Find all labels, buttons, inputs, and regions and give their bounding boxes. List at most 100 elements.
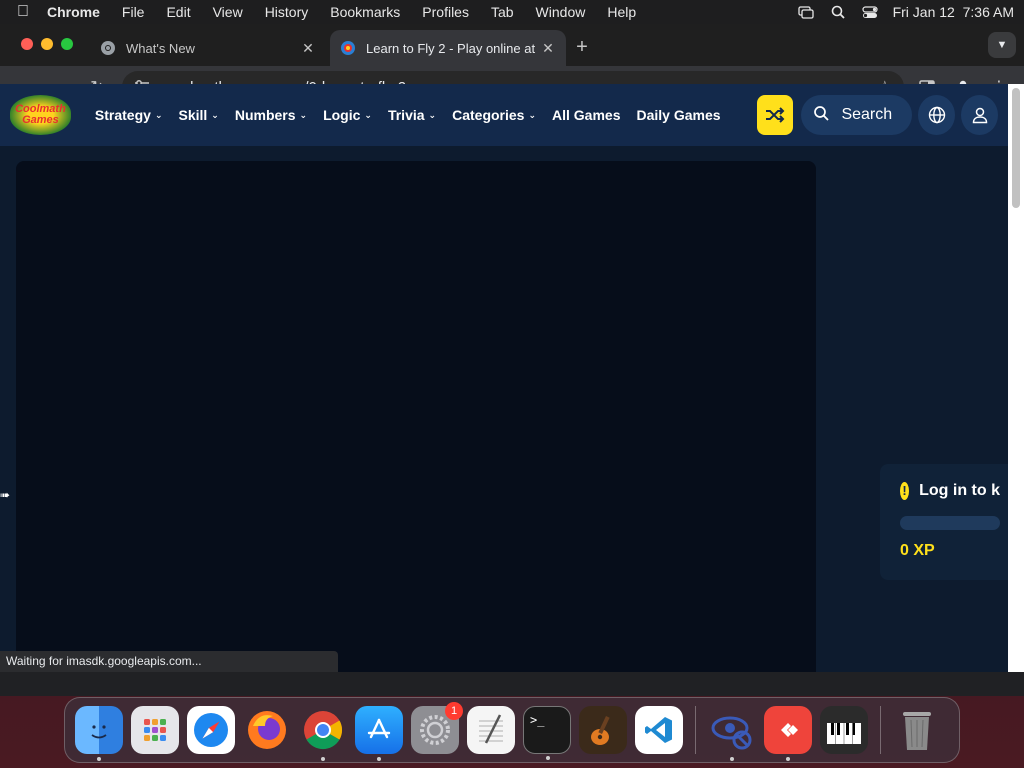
running-indicator <box>546 756 550 760</box>
app-store-icon[interactable] <box>355 706 403 761</box>
nav-strategy[interactable]: Strategy ⌄ <box>95 107 163 123</box>
menu-edit[interactable]: Edit <box>155 4 201 20</box>
terminal-icon[interactable]: >_ <box>523 706 571 760</box>
running-indicator <box>97 757 101 761</box>
chevron-down-icon: ⌄ <box>299 109 308 120</box>
nav-label: Skill <box>178 107 208 123</box>
chevron-down-icon: ⌄ <box>528 109 536 120</box>
xp-card-heading: Log in to k <box>919 482 1000 499</box>
scrollbar-thumb[interactable] <box>1012 88 1020 208</box>
logo-line-2: Games <box>22 114 59 126</box>
xp-progress-bar <box>900 516 1000 530</box>
language-globe-button[interactable] <box>918 95 956 135</box>
game-player-area[interactable] <box>16 161 816 672</box>
menu-view[interactable]: View <box>202 4 254 20</box>
close-tab-icon[interactable]: ✕ <box>540 40 556 57</box>
xp-value: 0 XP <box>900 542 935 559</box>
nav-label: Logic <box>323 107 361 123</box>
macos-dock: 1 >_ <box>64 697 960 763</box>
dock-separator <box>695 706 696 754</box>
menu-file[interactable]: File <box>111 4 156 20</box>
chevron-down-icon: ⌄ <box>211 109 219 120</box>
nav-label: Categories <box>452 107 525 123</box>
tab-whats-new[interactable]: What's New ✕ <box>90 30 326 66</box>
close-window-button[interactable] <box>21 38 33 50</box>
system-settings-icon[interactable]: 1 <box>411 702 463 754</box>
running-indicator <box>730 757 734 761</box>
site-search-button[interactable]: Search <box>801 95 913 135</box>
search-icon <box>813 105 830 125</box>
zoom-window-button[interactable] <box>61 38 73 50</box>
random-game-shuffle-button[interactable] <box>756 95 794 135</box>
globe-icon <box>928 106 945 124</box>
user-icon <box>972 107 987 124</box>
piano-icon[interactable] <box>820 706 868 754</box>
coolmath-games-logo[interactable]: Coolmath Games <box>10 95 71 135</box>
nav-label: All Games <box>552 107 621 123</box>
nav-numbers[interactable]: Numbers ⌄ <box>235 107 307 123</box>
nav-label: Trivia <box>387 107 425 123</box>
running-indicator <box>321 757 325 761</box>
nav-label: Daily Games <box>636 107 721 123</box>
new-tab-icon[interactable]: + <box>572 36 592 59</box>
chevron-down-icon: ⌄ <box>428 109 437 120</box>
chrome-favicon-icon <box>100 40 116 56</box>
status-bubble: Waiting for imasdk.googleapis.com... <box>0 651 338 672</box>
firefox-icon[interactable] <box>243 706 291 754</box>
vscode-icon[interactable] <box>635 706 683 754</box>
nav-label: Numbers <box>234 107 296 123</box>
minimize-window-button[interactable] <box>41 38 53 50</box>
tab-strip: What's New ✕ Learn to Fly 2 - Play onlin… <box>0 24 1024 66</box>
running-indicator <box>377 757 381 761</box>
menu-history[interactable]: History <box>254 4 320 20</box>
menu-tab[interactable]: Tab <box>480 4 525 20</box>
menu-app-name[interactable]: Chrome <box>36 4 111 20</box>
nav-all-games[interactable]: All Games <box>552 107 620 123</box>
tab-search-chevron-icon[interactable]: ▼ <box>988 32 1016 58</box>
anydesk-icon[interactable] <box>764 706 812 761</box>
control-center-icon[interactable] <box>861 5 879 19</box>
nav-trivia[interactable]: Trivia ⌄ <box>388 107 436 123</box>
tab-learn-to-fly[interactable]: Learn to Fly 2 - Play online at ✕ <box>330 30 566 66</box>
site-header: Coolmath Games Strategy ⌄ Skill ⌄ Numbers ⌄… <box>0 84 1008 146</box>
screen-mirroring-icon[interactable] <box>797 5 815 19</box>
tab-title: What's New <box>126 40 195 56</box>
account-button[interactable] <box>961 95 998 135</box>
nav-daily-games[interactable]: Daily Games <box>636 107 720 123</box>
chrome-icon[interactable] <box>299 706 347 761</box>
tab-title: Learn to Fly 2 - Play online at <box>366 40 536 56</box>
chevron-down-icon: ⌄ <box>154 109 163 120</box>
finder-icon[interactable] <box>75 706 123 761</box>
nav-categories[interactable]: Categories ⌄ <box>452 107 536 123</box>
running-indicator <box>786 757 790 761</box>
garageband-icon[interactable] <box>579 706 627 754</box>
xp-login-card[interactable]: ! Log in to k 0 XP <box>880 464 1008 580</box>
textedit-icon[interactable] <box>467 706 515 754</box>
page-scrollbar[interactable] <box>1008 84 1024 672</box>
spotlight-search-icon[interactable] <box>829 5 847 19</box>
privacy-eye-icon[interactable] <box>708 706 756 761</box>
chevron-down-icon: ⌄ <box>364 109 372 120</box>
menu-window[interactable]: Window <box>525 4 597 20</box>
dock-separator <box>880 706 881 754</box>
nav-logic[interactable]: Logic ⌄ <box>323 107 372 123</box>
notification-badge: 1 <box>445 702 463 720</box>
nav-label: Strategy <box>94 107 151 123</box>
menu-bookmarks[interactable]: Bookmarks <box>319 4 411 20</box>
menu-profiles[interactable]: Profiles <box>411 4 480 20</box>
warning-icon: ! <box>900 482 910 500</box>
safari-icon[interactable] <box>187 706 235 754</box>
nav-skill[interactable]: Skill ⌄ <box>178 107 218 123</box>
apple-menu-icon[interactable]:  <box>10 3 36 21</box>
launchpad-icon[interactable] <box>131 706 179 754</box>
web-page: Coolmath Games Strategy ⌄ Skill ⌄ Numbers ⌄… <box>0 84 1008 672</box>
search-label: Search <box>841 106 893 123</box>
mouse-cursor-icon: ➠ <box>0 488 11 502</box>
trash-icon[interactable] <box>893 706 941 754</box>
menu-help[interactable]: Help <box>596 4 647 20</box>
macos-menu-bar:  Chrome File Edit View History Bookmark… <box>0 0 1024 24</box>
coolmath-favicon-icon <box>340 40 356 56</box>
shuffle-icon <box>766 107 785 123</box>
close-tab-icon[interactable]: ✕ <box>300 40 316 57</box>
menubar-clock[interactable]: Fri Jan 12 7:36 AM <box>893 4 1014 20</box>
